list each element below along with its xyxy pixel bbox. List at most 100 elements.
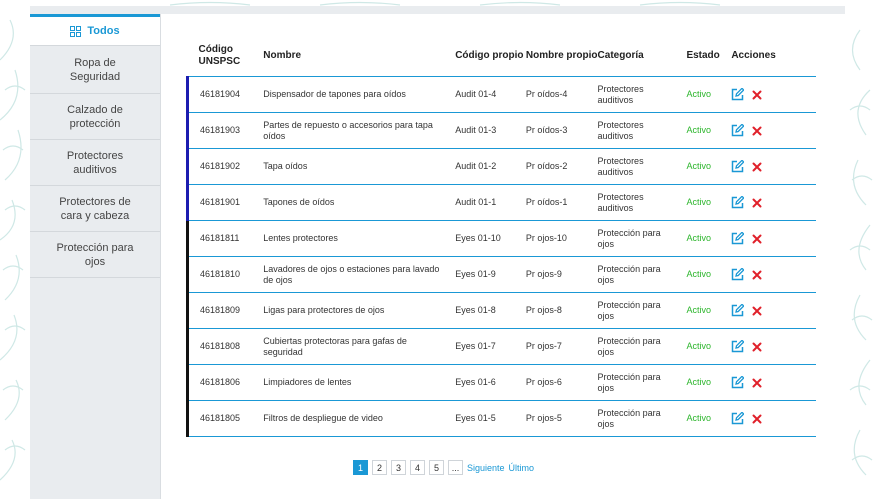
table-row: 46181805 Filtros de despliegue de video Ey… — [186, 400, 816, 437]
row-actions — [731, 232, 816, 245]
cell-codigo-propio: Audit 01-2 — [455, 161, 497, 171]
edit-icon[interactable] — [731, 268, 745, 281]
table-row: 46181901 Tapones de oídos Audit 01-1 Pr oíd… — [186, 184, 816, 221]
cell-categoria: Protección para ojos — [597, 335, 661, 357]
table-row: 46181806 Limpiadores de lentes Eyes 01-6 Pr… — [186, 364, 816, 401]
page-5-button[interactable]: 5 — [429, 460, 444, 475]
cell-categoria: Protección para ojos — [597, 407, 661, 429]
row-actions — [731, 124, 816, 137]
cell-codigo-propio: Audit 01-4 — [455, 89, 497, 99]
last-page-link[interactable]: Último — [509, 463, 535, 473]
pagination: 1 2 3 4 5 ... Siguiente Último — [353, 460, 534, 475]
cell-estado: Activo — [686, 377, 711, 387]
products-table: Código UNSPSC Nombre Código propio Nombr… — [186, 36, 816, 437]
cell-nombre: Cubiertas protectoras para gafas de segu… — [263, 335, 407, 357]
table-row: 46181904 Dispensador de tapones para oído… — [186, 76, 816, 113]
edit-icon[interactable] — [731, 88, 745, 101]
delete-icon[interactable] — [752, 126, 762, 136]
cell-nombre-propio: Pr ojos-6 — [525, 377, 562, 387]
edit-icon[interactable] — [731, 196, 745, 209]
cell-nombre-propio: Pr oídos-3 — [525, 125, 568, 135]
table-row: 46181810 Lavadores de ojos o estaciones p… — [186, 256, 816, 293]
sidebar-item-label: Calzado de protección — [67, 103, 123, 130]
delete-icon[interactable] — [752, 378, 762, 388]
cell-nombre-propio: Pr oídos-2 — [525, 161, 568, 171]
edit-icon[interactable] — [731, 232, 745, 245]
table-row: 46181809 Ligas para protectores de ojos Ey… — [186, 292, 816, 329]
cell-codigo-unspsc: 46181805 — [200, 413, 241, 423]
delete-icon[interactable] — [752, 270, 762, 280]
cell-nombre: Lavadores de ojos o estaciones para lava… — [263, 263, 440, 285]
cell-categoria: Protección para ojos — [597, 263, 661, 285]
delete-icon[interactable] — [752, 234, 762, 244]
edit-icon[interactable] — [731, 160, 745, 173]
top-bar — [30, 6, 845, 14]
header-nombre-propio: Nombre propio — [525, 50, 598, 61]
sidebar-item-label: Protección para ojos — [56, 241, 134, 268]
cell-estado: Activo — [686, 413, 711, 423]
header-nombre: Nombre — [263, 50, 302, 61]
cell-estado: Activo — [686, 305, 711, 315]
cell-estado: Activo — [686, 89, 711, 99]
sidebar-item-label: Protectores auditivos — [66, 149, 124, 176]
cell-nombre-propio: Pr ojos-9 — [525, 269, 562, 279]
next-page-link[interactable]: Siguiente — [467, 463, 505, 473]
sidebar-item-protectores-auditivos[interactable]: Protectores auditivos — [30, 140, 160, 186]
row-actions — [731, 412, 816, 425]
delete-icon[interactable] — [752, 414, 762, 424]
table-row: 46181808 Cubiertas protectoras para gafas… — [186, 328, 816, 365]
table-row: 46181902 Tapa oídos Audit 01-2 Pr oídos-2 Pr… — [186, 148, 816, 185]
page-2-button[interactable]: 2 — [372, 460, 387, 475]
header-estado: Estado — [686, 50, 720, 61]
cell-codigo-propio: Eyes 01-8 — [455, 305, 496, 315]
cell-nombre-propio: Pr ojos-10 — [525, 233, 567, 243]
delete-icon[interactable] — [752, 198, 762, 208]
delete-icon[interactable] — [752, 162, 762, 172]
cell-estado: Activo — [686, 161, 711, 171]
row-actions — [731, 376, 816, 389]
sidebar-item-todos[interactable]: Todos — [30, 14, 160, 46]
delete-icon[interactable] — [752, 342, 762, 352]
edit-icon[interactable] — [731, 304, 745, 317]
cell-codigo-unspsc: 46181811 — [200, 233, 240, 243]
page-3-button[interactable]: 3 — [391, 460, 406, 475]
header-categoria: Categoría — [597, 50, 644, 61]
page-ellipsis-button[interactable]: ... — [448, 460, 463, 475]
edit-icon[interactable] — [731, 376, 745, 389]
cell-nombre-propio: Pr ojos-5 — [525, 413, 562, 423]
edit-icon[interactable] — [731, 124, 745, 137]
page-4-button[interactable]: 4 — [410, 460, 425, 475]
cell-codigo-propio: Eyes 01-5 — [455, 413, 496, 423]
delete-icon[interactable] — [752, 306, 762, 316]
edit-icon[interactable] — [731, 340, 745, 353]
cell-nombre: Tapa oídos — [263, 161, 308, 171]
cell-codigo-propio: Eyes 01-9 — [455, 269, 496, 279]
sidebar-item-label: Todos — [87, 25, 120, 37]
edit-icon[interactable] — [731, 412, 745, 425]
cell-categoria: Protectores auditivos — [597, 119, 644, 141]
category-sidebar: Todos Ropa de Seguridad Calzado de prote… — [30, 14, 161, 499]
row-actions — [731, 160, 816, 173]
sidebar-item-cara-y-cabeza[interactable]: Protectores de cara y cabeza — [30, 186, 160, 232]
delete-icon[interactable] — [752, 90, 762, 100]
row-actions — [731, 268, 816, 281]
sidebar-item-proteccion-ojos[interactable]: Protección para ojos — [30, 232, 160, 278]
cell-nombre: Dispensador de tapones para oídos — [263, 89, 406, 99]
cell-categoria: Protección para ojos — [597, 227, 661, 249]
cell-nombre: Partes de repuesto o accesorios para tap… — [263, 119, 433, 141]
cell-codigo-propio: Audit 01-1 — [455, 197, 497, 207]
page-1-button[interactable]: 1 — [353, 460, 368, 475]
products-panel: Código UNSPSC Nombre Código propio Nombr… — [186, 36, 816, 437]
sidebar-item-ropa-de-seguridad[interactable]: Ropa de Seguridad — [30, 46, 160, 94]
header-codigo-unspsc: Código UNSPSC — [198, 44, 241, 67]
cell-nombre: Ligas para protectores de ojos — [263, 305, 385, 315]
cell-codigo-propio: Eyes 01-10 — [455, 233, 501, 243]
row-actions — [731, 304, 816, 317]
cell-codigo-unspsc: 46181903 — [200, 125, 241, 135]
sidebar-item-calzado[interactable]: Calzado de protección — [30, 94, 160, 140]
cell-nombre-propio: Pr oídos-4 — [525, 89, 568, 99]
cell-estado: Activo — [686, 197, 711, 207]
table-row: 46181903 Partes de repuesto o accesorios … — [186, 112, 816, 149]
cell-estado: Activo — [686, 269, 711, 279]
cell-codigo-unspsc: 46181810 — [200, 269, 241, 279]
